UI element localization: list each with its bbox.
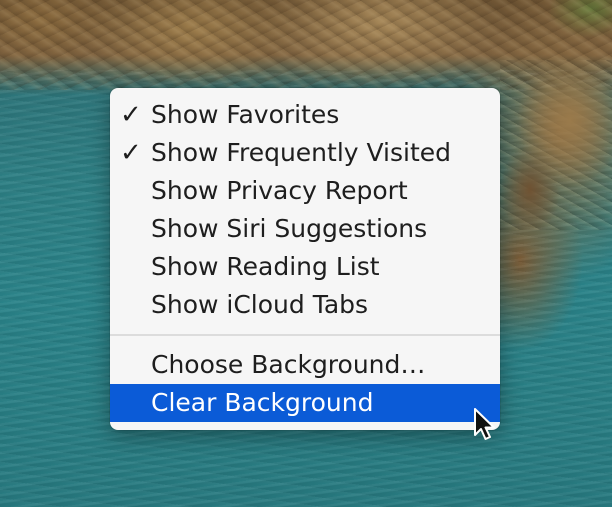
menu-item-label: Show Favorites [151,100,340,129]
arrow-pointer-icon [474,408,495,440]
checkmark-icon: ✓ [120,100,142,130]
context-menu: ✓ Show Favorites ✓ Show Frequently Visit… [110,88,500,430]
menu-item-show-siri-suggestions[interactable]: Show Siri Suggestions [110,210,500,248]
menu-item-label: Show Siri Suggestions [151,214,428,243]
menu-item-label: Show Frequently Visited [151,138,452,167]
menu-item-clear-background[interactable]: Clear Background [110,384,500,422]
menu-item-show-icloud-tabs[interactable]: Show iCloud Tabs [110,286,500,324]
menu-item-label: Show iCloud Tabs [151,290,369,319]
menu-item-label: Show Privacy Report [151,176,408,205]
menu-item-label: Choose Background… [151,350,426,379]
menu-item-show-frequently-visited[interactable]: ✓ Show Frequently Visited [110,134,500,172]
menu-item-label: Clear Background [151,388,374,417]
menu-item-label: Show Reading List [151,252,380,281]
menu-item-show-favorites[interactable]: ✓ Show Favorites [110,96,500,134]
menu-group-background: Choose Background… Clear Background [110,346,500,422]
checkmark-icon: ✓ [120,138,142,168]
menu-item-show-privacy-report[interactable]: Show Privacy Report [110,172,500,210]
rock-outcrop [500,60,612,230]
menu-separator [110,334,500,336]
menu-group-show-options: ✓ Show Favorites ✓ Show Frequently Visit… [110,88,500,324]
menu-item-choose-background[interactable]: Choose Background… [110,346,500,384]
menu-item-show-reading-list[interactable]: Show Reading List [110,248,500,286]
